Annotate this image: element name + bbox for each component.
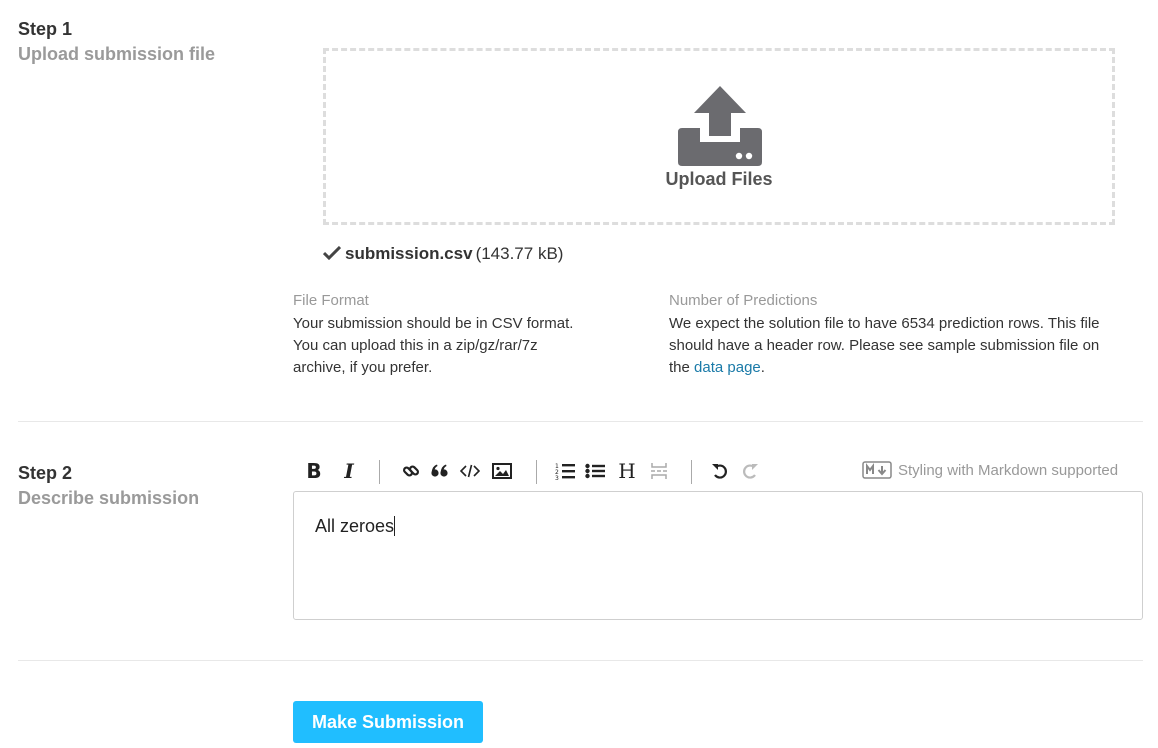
italic-icon[interactable]: I: [336, 457, 362, 485]
submission-page: Step 1 Upload submission file Upload Fil…: [0, 0, 1158, 748]
predictions-suffix: .: [760, 359, 765, 376]
predictions-prefix: the: [669, 359, 695, 376]
description-editor[interactable]: All zeroes: [293, 491, 1143, 620]
redo-icon[interactable]: [737, 457, 763, 485]
editor-value: All zeroes: [315, 516, 395, 536]
markdown-note: Styling with Markdown supported: [862, 461, 1118, 479]
data-page-link[interactable]: data page: [694, 359, 761, 376]
file-size: (143.77 kB): [475, 244, 564, 263]
toolbar-separator: [379, 460, 380, 484]
markdown-note-text: Styling with Markdown supported: [898, 462, 1119, 479]
toolbar-separator: [691, 460, 692, 484]
file-format-text: Your submission should be in CSV format.…: [293, 313, 573, 379]
ordered-list-icon[interactable]: 123: [552, 457, 578, 485]
predictions-line: We expect the solution file to have 6534…: [669, 315, 1100, 332]
check-icon: [323, 246, 341, 260]
step2-title: Step 2: [18, 463, 73, 483]
section-divider: [18, 660, 1143, 661]
predictions-line: should have a header row. Please see sam…: [669, 337, 1100, 354]
markdown-icon: [862, 461, 892, 479]
horizontal-rule-icon[interactable]: [646, 457, 672, 485]
make-submission-button[interactable]: Make Submission: [293, 701, 483, 743]
uploaded-file: submission.csv (143.77 kB): [323, 244, 563, 264]
upload-files-label: Upload Files: [665, 169, 773, 189]
section-divider: [18, 421, 1143, 422]
svg-text:3: 3: [555, 475, 559, 480]
file-format-line: You can upload this in a zip/gz/rar/7z: [293, 337, 538, 354]
image-icon[interactable]: [489, 457, 515, 485]
unordered-list-icon[interactable]: [582, 457, 608, 485]
heading-icon[interactable]: H: [614, 457, 640, 485]
text-caret: [394, 516, 396, 536]
file-format-heading: File Format: [293, 292, 369, 309]
file-name: submission.csv: [345, 244, 473, 263]
editor-content[interactable]: All zeroes: [315, 516, 396, 537]
link-icon[interactable]: [398, 457, 424, 485]
upload-icon: [678, 86, 762, 166]
code-icon[interactable]: [457, 457, 483, 485]
file-format-line: archive, if you prefer.: [293, 359, 433, 376]
predictions-line: the data page.: [669, 357, 1100, 379]
predictions-heading: Number of Predictions: [669, 292, 818, 309]
quote-icon[interactable]: [427, 457, 453, 485]
toolbar-separator: [536, 460, 537, 484]
step2-subtitle: Describe submission: [18, 488, 200, 508]
step1-title: Step 1: [18, 19, 73, 39]
step1-subtitle: Upload submission file: [18, 44, 216, 64]
bold-icon[interactable]: B: [301, 457, 327, 485]
undo-icon[interactable]: [707, 457, 733, 485]
file-format-line: Your submission should be in CSV format.: [293, 315, 574, 332]
upload-dropzone[interactable]: Upload Files: [323, 48, 1115, 225]
predictions-text: We expect the solution file to have 6534…: [669, 313, 1100, 379]
